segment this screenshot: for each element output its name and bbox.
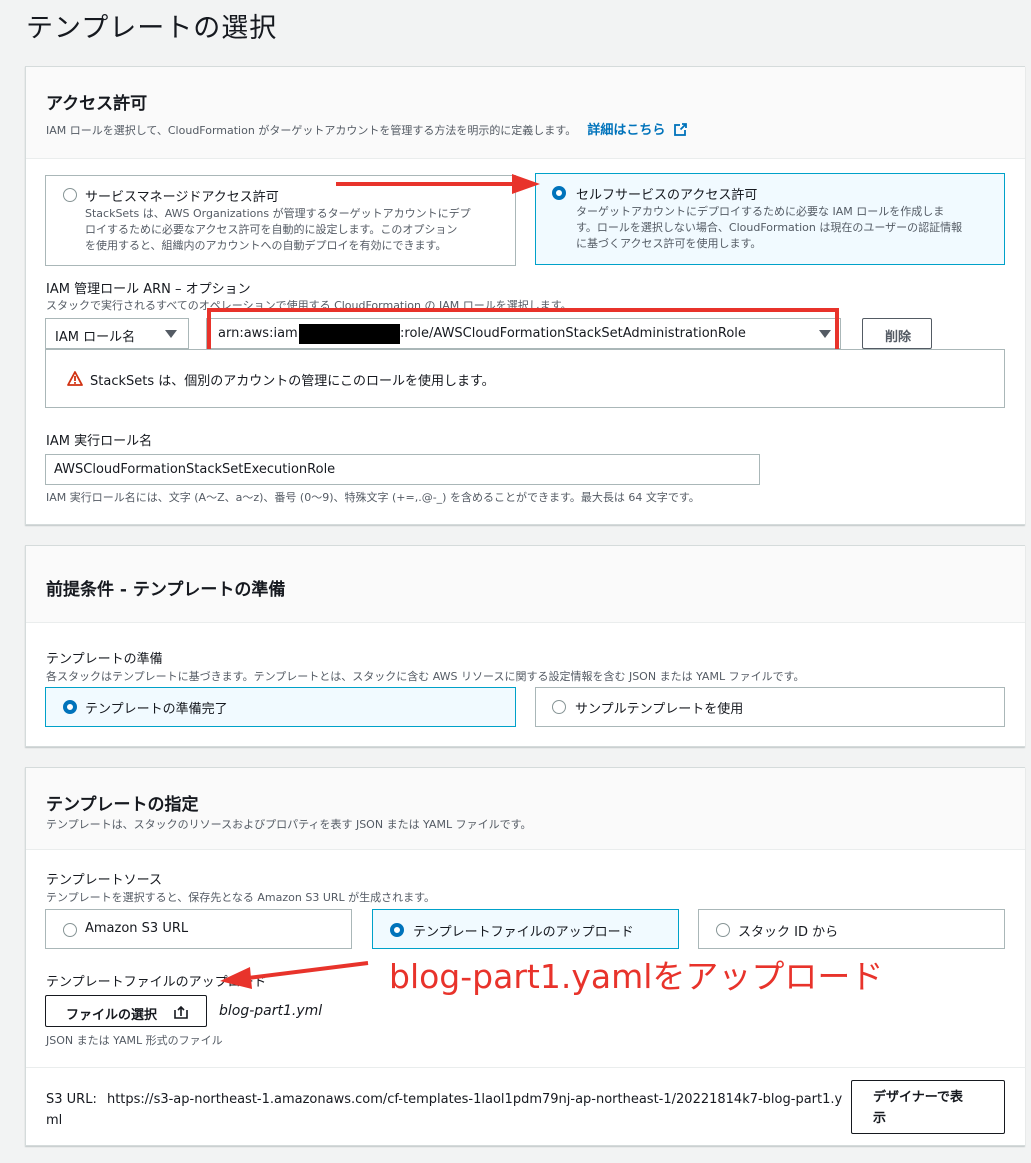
warning-icon: [67, 371, 83, 386]
service-managed-desc-2: ロイするために必要なアクセス許可を自動的に設定します。このオプション: [85, 223, 458, 236]
remove-button[interactable]: 削除: [862, 318, 932, 349]
source-upload-radio[interactable]: [390, 923, 404, 937]
details-link[interactable]: 詳細はこちら: [587, 123, 687, 138]
upload-icon: [174, 1005, 188, 1019]
choose-file-button-label: ファイルの選択: [66, 1008, 158, 1023]
role-type-select[interactable]: IAM ロール名: [45, 318, 189, 349]
details-link-label: 詳細はこちら: [587, 123, 666, 138]
exec-role-input[interactable]: AWSCloudFormationStackSetExecutionRole: [45, 454, 760, 485]
external-link-icon: [673, 123, 687, 136]
exec-role-hint: IAM 実行ロール名には、文字 (A〜Z、a〜z)、番号 (0〜9)、特殊文字 …: [46, 491, 700, 504]
s3-url-value: https://s3-ap-northeast-1.amazonaws.com/…: [106, 1092, 843, 1107]
source-stack-id-label: スタック ID から: [738, 925, 839, 940]
source-s3-url-label: Amazon S3 URL: [85, 921, 189, 936]
exec-role-label: IAM 実行ロール名: [46, 434, 153, 449]
sample-template-option[interactable]: サンプルテンプレートを使用: [535, 687, 1005, 727]
service-managed-desc-3: を使用すると、組織内のアカウントへの自動デプロイを有効にできます。: [85, 239, 447, 252]
warning-text: StackSets は、個別のアカウントの管理にこのロールを使用します。: [90, 374, 495, 389]
selected-file-name: blog-part1.yml: [219, 1003, 323, 1019]
source-s3-url-option[interactable]: Amazon S3 URL: [45, 909, 352, 949]
self-service-option[interactable]: セルフサービスのアクセス許可 ターゲットアカウントにデプロイするために必要な I…: [535, 173, 1005, 265]
template-ready-label: テンプレートの準備完了: [85, 702, 228, 717]
self-service-radio[interactable]: [552, 186, 566, 200]
annotation-arrow-self-service: [336, 174, 540, 194]
prereq-panel-title: 前提条件 - テンプレートの準備: [46, 580, 286, 600]
spec-panel-description: テンプレートは、スタックのリソースおよびプロパティを表す JSON または YA…: [46, 818, 532, 831]
access-panel: アクセス許可 IAM ロールを選択して、CloudFormation がターゲッ…: [25, 66, 1025, 525]
access-panel-description: IAM ロールを選択して、CloudFormation がターゲットアカウントを…: [46, 124, 577, 137]
s3-url-block: S3 URL: https://s3-ap-northeast-1.amazon…: [46, 1089, 842, 1131]
source-label: テンプレートソース: [46, 873, 162, 888]
warning-box: StackSets は、個別のアカウントの管理にこのロールを使用します。: [45, 349, 1005, 408]
source-stack-id-radio[interactable]: [716, 923, 730, 937]
annotation-arrow-upload: [220, 961, 369, 989]
role-type-select-value: IAM ロール名: [55, 330, 136, 345]
self-service-desc-1: ターゲットアカウントにデプロイするために必要な IAM ロールを作成しま: [576, 205, 945, 218]
source-upload-option[interactable]: テンプレートファイルのアップロード: [372, 909, 679, 949]
view-in-designer-label-1: デザイナーで表: [873, 1090, 963, 1105]
spec-panel-title: テンプレートの指定: [46, 795, 199, 815]
self-service-desc-3: に基づくアクセス許可を使用します。: [576, 237, 762, 250]
view-in-designer-label-2: 示: [873, 1111, 887, 1126]
service-managed-desc-1: StackSets は、AWS Organizations が管理するターゲット…: [85, 207, 471, 220]
source-stack-id-option[interactable]: スタック ID から: [698, 909, 1005, 949]
template-ready-radio[interactable]: [63, 700, 77, 714]
source-upload-label: テンプレートファイルのアップロード: [413, 925, 634, 940]
prereq-label: テンプレートの準備: [46, 652, 163, 667]
s3-url-line-1: S3 URL: https://s3-ap-northeast-1.amazon…: [46, 1089, 842, 1110]
prereq-panel: 前提条件 - テンプレートの準備 テンプレートの準備 各スタックはテンプレートに…: [25, 545, 1025, 747]
caret-down-icon: [165, 330, 177, 338]
page-title: テンプレートの選択: [26, 13, 278, 44]
spec-panel-header: テンプレートの指定 テンプレートは、スタックのリソースおよびプロパティを表す J…: [26, 768, 1025, 850]
sample-template-label: サンプルテンプレートを使用: [575, 702, 744, 717]
self-service-title: セルフサービスのアクセス許可: [576, 188, 758, 203]
access-panel-title: アクセス許可: [46, 94, 148, 114]
s3-url-divider: [26, 1067, 1026, 1068]
source-s3-url-radio[interactable]: [63, 923, 77, 937]
prereq-description: 各スタックはテンプレートに基づきます。テンプレートとは、スタックに含む AWS …: [46, 670, 805, 683]
s3-url-line-2: ml: [46, 1113, 63, 1128]
source-description: テンプレートを選択すると、保存先となる Amazon S3 URL が生成されま…: [46, 891, 436, 904]
template-ready-option[interactable]: テンプレートの準備完了: [45, 687, 516, 727]
sample-template-radio[interactable]: [552, 700, 566, 714]
service-managed-title: サービスマネージドアクセス許可: [85, 190, 279, 205]
self-service-desc-2: す。ロールを選択しない場合、CloudFormation は現在のユーザーの認証…: [576, 221, 963, 234]
view-in-designer-button[interactable]: デザイナーで表 示: [851, 1080, 1005, 1134]
file-format-hint: JSON または YAML 形式のファイル: [46, 1034, 223, 1047]
admin-role-label: IAM 管理ロール ARN – オプション: [46, 282, 251, 297]
prereq-panel-header: 前提条件 - テンプレートの準備: [26, 546, 1025, 623]
s3-url-label: S3 URL:: [46, 1092, 97, 1107]
choose-file-button[interactable]: ファイルの選択: [45, 995, 207, 1027]
remove-button-label: 削除: [885, 330, 912, 345]
service-managed-radio[interactable]: [63, 188, 77, 202]
access-panel-header: アクセス許可 IAM ロールを選択して、CloudFormation がターゲッ…: [26, 67, 1025, 159]
annotation-upload-text: blog-part1.yamlをアップロード: [389, 957, 884, 996]
access-panel-description-row: IAM ロールを選択して、CloudFormation がターゲットアカウントを…: [46, 119, 687, 138]
